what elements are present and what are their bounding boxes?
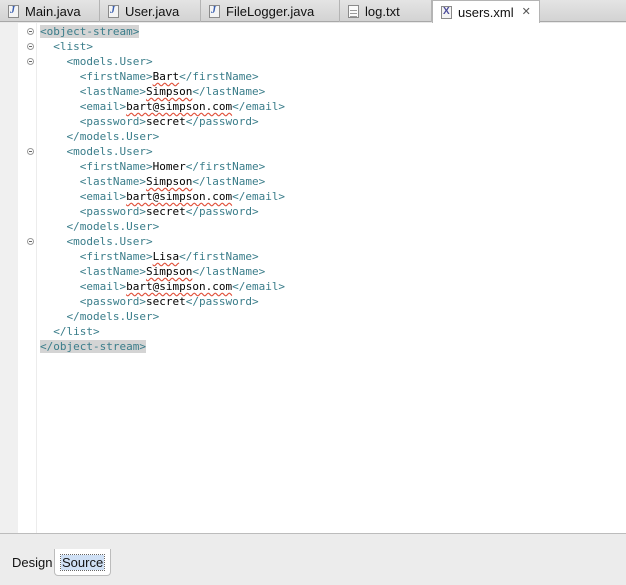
code-line: <email>bart@simpson.com</email>: [79, 100, 286, 113]
tab-label: log.txt: [365, 3, 400, 19]
code-line: </models.User>: [66, 220, 160, 233]
left-ruler: [0, 23, 18, 533]
code-line: <password>secret</password>: [79, 115, 259, 128]
text-file-icon: [348, 4, 359, 18]
fold-toggle-icon[interactable]: [27, 28, 34, 35]
code-line: <firstName>Bart</firstName>: [79, 70, 259, 83]
code-line: <list>: [53, 40, 93, 53]
tab-label: User.java: [125, 3, 180, 19]
code-line: </object-stream>: [40, 340, 146, 353]
tab-label: Source: [59, 554, 106, 571]
code-line: <lastName>Simpson</lastName>: [79, 85, 266, 98]
folding-gutter: [18, 23, 37, 533]
code-line: <models.User>: [66, 55, 153, 68]
tab-label: FileLogger.java: [226, 3, 315, 19]
tab-label: users.xml: [458, 4, 514, 20]
code-line: <models.User>: [66, 145, 153, 158]
tab-users-xml[interactable]: users.xml ✕: [432, 0, 540, 23]
code-line: <firstName>Homer</firstName>: [79, 160, 266, 173]
tab-log-txt[interactable]: log.txt: [340, 0, 432, 22]
code-line: <email>bart@simpson.com</email>: [79, 190, 286, 203]
editor-mode-tabs: Design Source: [0, 533, 626, 585]
code-line: <password>secret</password>: [79, 205, 259, 218]
tab-filelogger-java[interactable]: FileLogger.java: [201, 0, 340, 22]
editor-tab-strip: Main.java User.java FileLogger.java log.…: [0, 0, 626, 23]
code-line: </list>: [53, 325, 100, 338]
close-icon[interactable]: ✕: [522, 6, 531, 18]
code-line: <lastName>Simpson</lastName>: [79, 265, 266, 278]
code-line: <firstName>Lisa</firstName>: [79, 250, 259, 263]
xml-file-icon: [441, 5, 452, 19]
tab-source[interactable]: Source: [54, 549, 112, 576]
tab-user-java[interactable]: User.java: [100, 0, 201, 22]
java-file-icon: [209, 4, 220, 18]
java-file-icon: [8, 4, 19, 18]
fold-toggle-icon[interactable]: [27, 43, 34, 50]
tab-main-java[interactable]: Main.java: [0, 0, 100, 22]
code-line: <lastName>Simpson</lastName>: [79, 175, 266, 188]
tab-design[interactable]: Design: [6, 549, 58, 576]
code-line: <models.User>: [66, 235, 153, 248]
code-line: <password>secret</password>: [79, 295, 259, 308]
code-line: <object-stream>: [40, 25, 140, 38]
java-file-icon: [108, 4, 119, 18]
code-line: <email>bart@simpson.com</email>: [79, 280, 286, 293]
fold-toggle-icon[interactable]: [27, 148, 34, 155]
tab-label: Main.java: [25, 3, 81, 19]
fold-toggle-icon[interactable]: [27, 58, 34, 65]
code-line: </models.User>: [66, 310, 160, 323]
fold-toggle-icon[interactable]: [27, 238, 34, 245]
code-lines: <object-stream> <list> <models.User> <fi…: [40, 24, 285, 354]
code-line: </models.User>: [66, 130, 160, 143]
tab-label: Design: [12, 555, 53, 570]
